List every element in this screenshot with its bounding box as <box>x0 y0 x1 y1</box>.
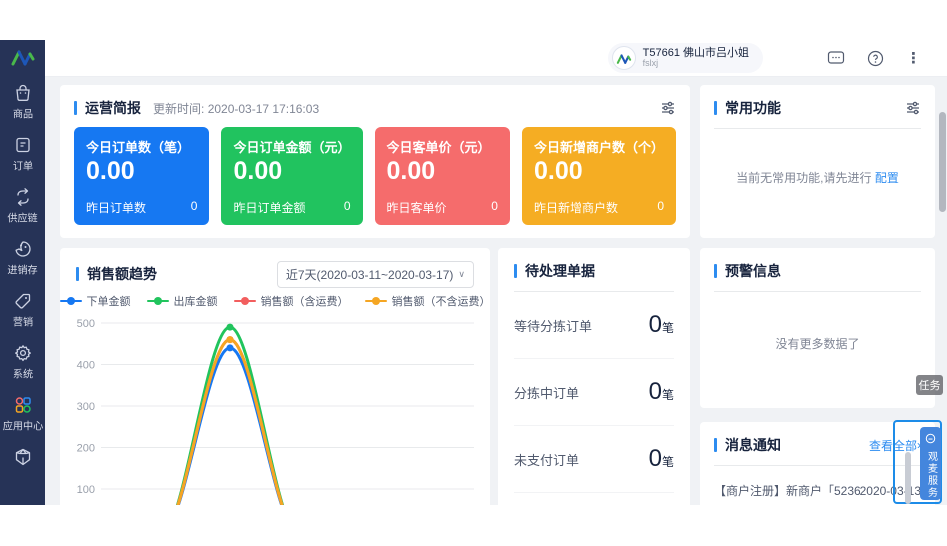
briefing-update-time: 更新时间: 2020-03-17 17:16:03 <box>153 100 319 117</box>
gear-icon <box>13 343 33 363</box>
sidebar-item-bottom[interactable] <box>0 440 45 473</box>
avatar <box>612 46 636 70</box>
supply-chain-icon <box>13 187 33 207</box>
title-accent-bar <box>714 264 717 278</box>
left-column: 运营简报 更新时间: 2020-03-17 17:16:03 <box>60 85 690 505</box>
date-range-select[interactable]: 近7天(2020-03-11~2020-03-17) ∨ <box>277 261 474 288</box>
sidebar-item-goods[interactable]: 商品 <box>0 76 45 128</box>
stat-card-avg-price[interactable]: 今日客单价（元） 0.00 昨日客单价0 <box>375 127 510 225</box>
legend-item[interactable]: 销售额（不含运费） <box>365 294 491 308</box>
briefing-title: 运营简报 <box>85 98 141 118</box>
task-tab[interactable]: 任务 <box>916 375 943 395</box>
svg-text:200: 200 <box>77 443 95 455</box>
stat-card-orders-amount[interactable]: 今日订单金额（元） 0.00 昨日订单金额0 <box>221 127 362 225</box>
sidebar-item-label: 订单 <box>12 159 32 174</box>
dashboard-content: 运营简报 更新时间: 2020-03-17 17:16:03 <box>45 77 947 505</box>
pending-panel: 待处理单据 等待分拣订单 0笔 分拣中订单 0笔 未支付订单 <box>498 248 690 505</box>
svg-text:500: 500 <box>77 318 95 330</box>
chart-legend: 下单金额 出库金额 销售额（含运费） <box>76 294 474 308</box>
order-icon <box>13 135 33 155</box>
second-row: 销售额趋势 近7天(2020-03-11~2020-03-17) ∨ 下单金额 <box>60 248 690 505</box>
sidebar-item-label: 商品 <box>12 107 32 122</box>
pending-row-unpaid[interactable]: 未支付订单 0笔 <box>514 426 674 493</box>
service-button-label: 观麦服务 <box>926 451 936 499</box>
title-accent-bar <box>74 101 77 115</box>
user-account: fslxj <box>643 59 749 69</box>
alerts-title: 预警信息 <box>725 261 781 281</box>
bag-icon <box>13 83 33 103</box>
sliders-icon[interactable] <box>660 100 676 116</box>
main-area: T57661 佛山市吕小姐 fslxj <box>45 40 947 505</box>
common-functions-header: 常用功能 <box>714 98 921 129</box>
briefing-panel: 运营简报 更新时间: 2020-03-17 17:16:03 <box>60 85 690 238</box>
screenshot-stage: 商品 订单 <box>0 0 947 546</box>
app-window: 商品 订单 <box>0 40 947 505</box>
user-name: T57661 佛山市吕小姐 <box>643 47 749 59</box>
alerts-panel: 预警信息 没有更多数据了 <box>700 248 935 408</box>
sales-trend-header: 销售额趋势 近7天(2020-03-11~2020-03-17) ∨ <box>76 262 474 286</box>
sidebar-item-inventory[interactable]: 进销存 <box>0 232 45 284</box>
alerts-header: 预警信息 <box>714 261 921 292</box>
common-functions-title: 常用功能 <box>725 98 781 118</box>
messages-header: 消息通知 查看全部› <box>714 435 921 466</box>
box-icon <box>13 447 33 467</box>
common-functions-panel: 常用功能 <box>700 85 935 238</box>
pending-title: 待处理单据 <box>525 261 595 281</box>
sidebar-item-system[interactable]: 系统 <box>0 336 45 388</box>
message-item[interactable]: 【商户注册】新商户「523607」... 2020-03-13 <box>714 482 921 499</box>
svg-text:100: 100 <box>77 484 95 496</box>
legend-item[interactable]: 下单金额 <box>60 294 131 308</box>
sidebar: 商品 订单 <box>0 40 45 505</box>
sidebar-item-label: 系统 <box>12 367 32 382</box>
pending-row-waiting-sort[interactable]: 等待分拣订单 0笔 <box>514 292 674 359</box>
chat-bubble-icon <box>925 431 936 449</box>
legend-item[interactable]: 出库金额 <box>147 294 218 308</box>
pending-header: 待处理单据 <box>514 261 674 292</box>
sales-trend-chart: 100 200 300 400 500 <box>76 312 474 505</box>
stat-card-orders-count[interactable]: 今日订单数（笔） 0.00 昨日订单数0 <box>74 127 209 225</box>
sidebar-item-marketing[interactable]: 营销 <box>0 284 45 336</box>
stat-card-new-merchants[interactable]: 今日新增商户数（个） 0.00 昨日新增商户数0 <box>522 127 676 225</box>
brand-logo-icon <box>0 40 45 74</box>
sidebar-item-orders[interactable]: 订单 <box>0 128 45 180</box>
help-icon[interactable] <box>867 50 884 67</box>
user-info: T57661 佛山市吕小姐 fslxj <box>643 47 749 69</box>
stat-cards: 今日订单数（笔） 0.00 昨日订单数0 今日订单金额（元） 0.00 <box>74 127 676 225</box>
sales-trend-title: 销售额趋势 <box>87 264 157 284</box>
service-button[interactable]: 观麦服务 <box>920 427 941 500</box>
marketing-icon <box>13 291 33 311</box>
common-functions-empty: 当前无常用功能,请先进行 配置 <box>714 129 921 225</box>
configure-link[interactable]: 配置 <box>875 169 899 186</box>
briefing-header: 运营简报 更新时间: 2020-03-17 17:16:03 <box>74 98 676 118</box>
title-accent-bar <box>714 438 717 452</box>
svg-text:400: 400 <box>77 360 95 372</box>
title-accent-bar <box>76 267 79 281</box>
message-icon[interactable] <box>827 50 845 66</box>
pending-row-sorting[interactable]: 分拣中订单 0笔 <box>514 359 674 426</box>
messages-title: 消息通知 <box>725 435 781 455</box>
page-scrollbar[interactable] <box>939 112 946 212</box>
sliders-icon[interactable] <box>905 100 921 116</box>
inventory-icon <box>13 239 33 259</box>
chevron-down-icon: ∨ <box>458 269 465 280</box>
sidebar-item-label: 进销存 <box>7 263 37 278</box>
legend-item[interactable]: 销售额（含运费） <box>234 294 349 308</box>
title-accent-bar <box>514 264 517 278</box>
sales-trend-panel: 销售额趋势 近7天(2020-03-11~2020-03-17) ∨ 下单金额 <box>60 248 490 505</box>
topbar: T57661 佛山市吕小姐 fslxj <box>45 40 947 77</box>
app-center-icon <box>13 395 33 415</box>
sidebar-item-app-center[interactable]: 应用中心 <box>0 388 45 440</box>
inner-scrollbar[interactable] <box>905 452 911 504</box>
sidebar-item-supply-chain[interactable]: 供应链 <box>0 180 45 232</box>
sidebar-item-label: 应用中心 <box>2 419 42 434</box>
sidebar-item-label: 供应链 <box>7 211 37 226</box>
title-accent-bar <box>714 101 717 115</box>
more-icon[interactable]: ⋮ <box>906 51 921 66</box>
svg-text:300: 300 <box>77 401 95 413</box>
user-menu[interactable]: T57661 佛山市吕小姐 fslxj <box>608 43 763 73</box>
alerts-empty: 没有更多数据了 <box>714 292 921 395</box>
sidebar-item-label: 营销 <box>12 315 32 330</box>
